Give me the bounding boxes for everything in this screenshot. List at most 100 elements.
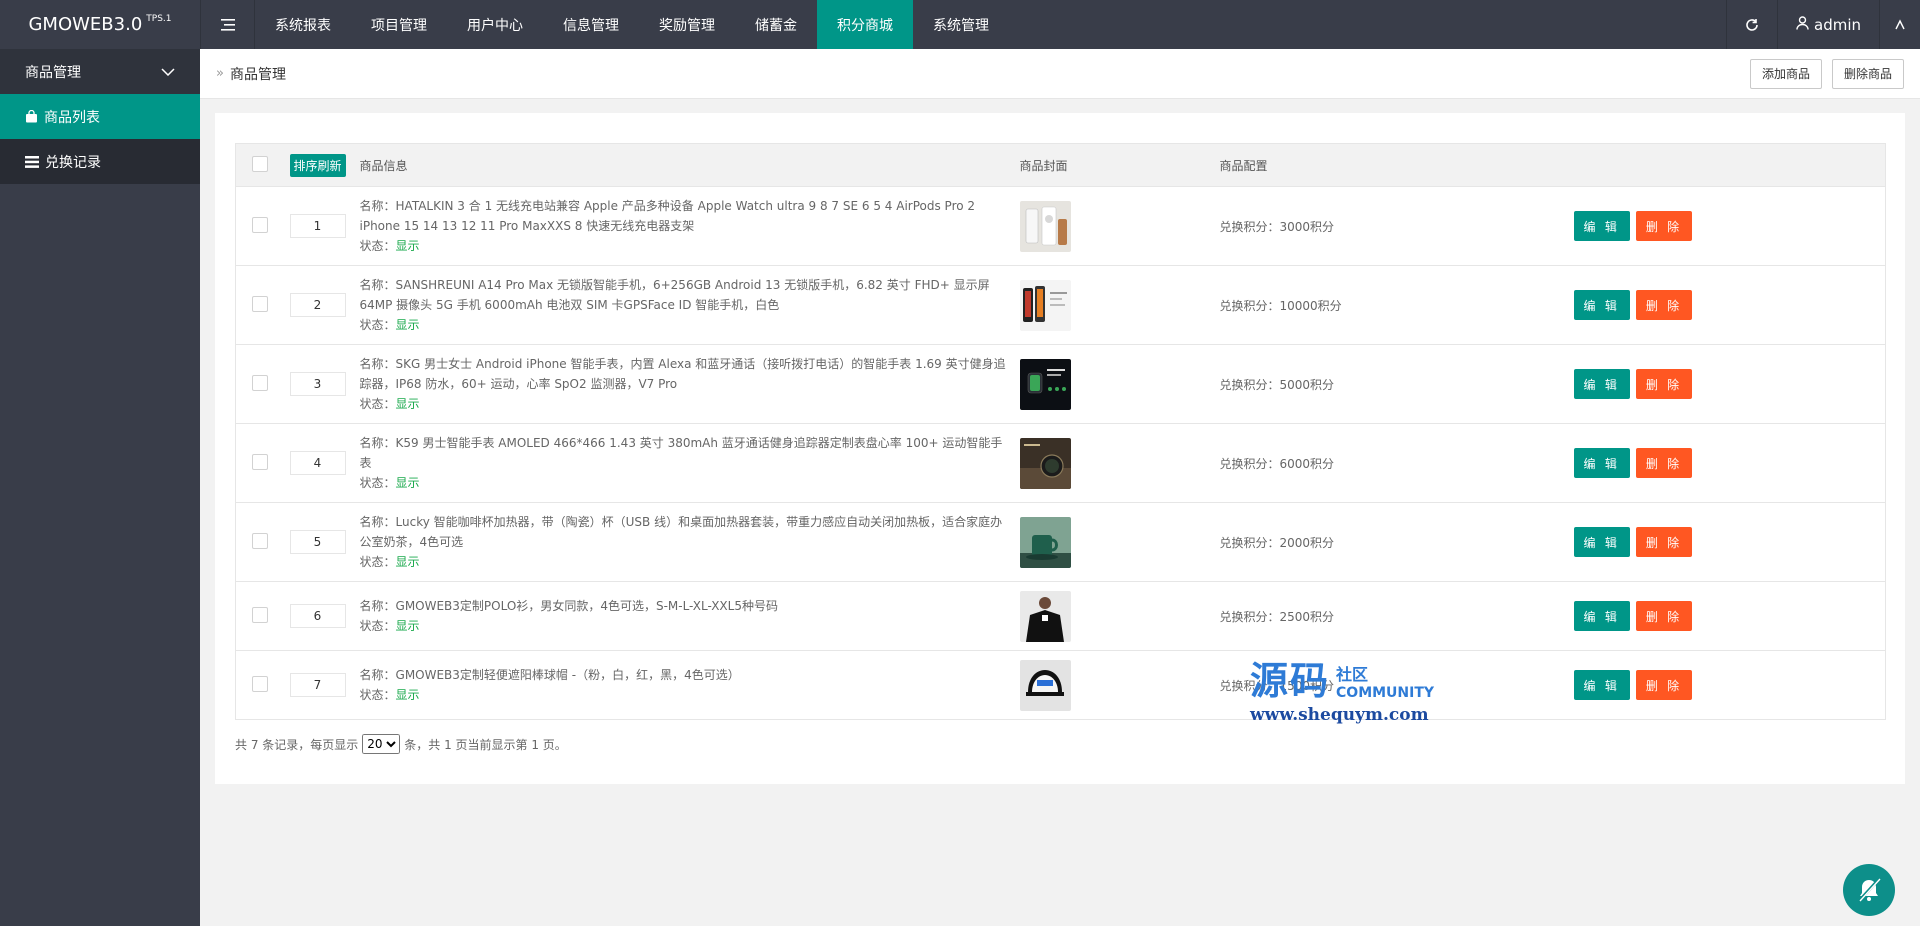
product-name: GMOWEB3定制轻便遮阳棒球帽 -（粉，白，红，黑，4色可选） xyxy=(395,668,740,682)
product-name: SKG 男士女士 Android iPhone 智能手表，内置 Alexa 和蓝… xyxy=(359,357,1006,391)
edit-button[interactable]: 编 辑 xyxy=(1573,448,1630,478)
sort-order-input[interactable] xyxy=(289,372,346,396)
edit-button[interactable]: 编 辑 xyxy=(1573,369,1630,399)
edit-button[interactable]: 编 辑 xyxy=(1573,290,1630,320)
product-config: 兑换积分：2000积分 xyxy=(1213,502,1564,582)
product-cover-image xyxy=(1019,659,1071,711)
status-value: 显示 xyxy=(395,688,420,702)
delete-button[interactable]: 删 除 xyxy=(1635,527,1693,557)
status-prefix: 状态： xyxy=(359,318,396,332)
table-row: 名称：GMOWEB3定制轻便遮阳棒球帽 -（粉，白，红，黑，4色可选） 状态：显… xyxy=(235,650,1886,720)
menu-toggle-icon[interactable] xyxy=(200,0,255,49)
nav-item-points-mall[interactable]: 积分商城 xyxy=(817,0,913,49)
status-prefix: 状态： xyxy=(359,239,396,253)
row-checkbox[interactable] xyxy=(251,374,268,391)
sort-order-input[interactable] xyxy=(289,530,346,554)
top-nav: 系统报表 项目管理 用户中心 信息管理 奖励管理 储蓄金 积分商城 系统管理 xyxy=(255,0,1009,49)
double-chevron-icon: » xyxy=(216,66,224,81)
nav-item-users[interactable]: 用户中心 xyxy=(447,0,543,49)
status-prefix: 状态： xyxy=(359,397,396,411)
nav-item-info[interactable]: 信息管理 xyxy=(543,0,639,49)
nav-item-system[interactable]: 系统管理 xyxy=(913,0,1009,49)
product-config: 兑换积分：2500积分 xyxy=(1213,581,1564,651)
row-checkbox[interactable] xyxy=(251,453,268,470)
table-row: 名称：SKG 男士女士 Android iPhone 智能手表，内置 Alexa… xyxy=(235,344,1886,424)
main-card: 排序刷新 商品信息 商品封面 商品配置 名称：HATALKIN 3 合 1 无线… xyxy=(215,113,1905,784)
collapse-chevron-icon[interactable] xyxy=(1879,0,1920,49)
product-cover-image xyxy=(1019,200,1071,252)
row-checkbox[interactable] xyxy=(251,606,268,623)
edit-button[interactable]: 编 辑 xyxy=(1573,670,1630,700)
product-cover-image xyxy=(1019,516,1071,568)
bag-icon xyxy=(25,110,38,123)
name-prefix: 名称： xyxy=(359,668,396,682)
product-config: 兑换积分：6000积分 xyxy=(1213,423,1564,503)
toolbar-actions: 添加商品 删除商品 xyxy=(1749,58,1904,89)
product-name: HATALKIN 3 合 1 无线充电站兼容 Apple 产品多种设备 Appl… xyxy=(359,199,976,233)
edit-button[interactable]: 编 辑 xyxy=(1573,601,1630,631)
delete-button[interactable]: 删 除 xyxy=(1635,448,1693,478)
chevron-down-icon xyxy=(161,64,175,80)
status-value: 显示 xyxy=(395,397,420,411)
refresh-icon[interactable] xyxy=(1726,0,1777,49)
sort-order-input[interactable] xyxy=(289,214,346,238)
nav-item-projects[interactable]: 项目管理 xyxy=(351,0,447,49)
delete-button[interactable]: 删 除 xyxy=(1635,670,1693,700)
product-name: GMOWEB3定制POLO衫，男女同款，4色可选，S-M-L-XL-XXL5种号… xyxy=(395,599,778,613)
status-value: 显示 xyxy=(395,476,420,490)
sidebar-group-label: 商品管理 xyxy=(25,64,81,81)
name-prefix: 名称： xyxy=(359,436,396,450)
sidebar-item-exchange-records[interactable]: 兑换记录 xyxy=(0,139,200,184)
brand-name: GMOWEB3.0 xyxy=(28,14,143,35)
status-prefix: 状态： xyxy=(359,476,396,490)
notification-off-icon[interactable] xyxy=(1843,864,1895,916)
sort-order-input[interactable] xyxy=(289,451,346,475)
row-checkbox[interactable] xyxy=(251,675,268,692)
product-cover-image xyxy=(1019,358,1071,410)
name-prefix: 名称： xyxy=(359,278,396,292)
select-all-checkbox[interactable] xyxy=(251,155,268,172)
page-size-select[interactable]: 20 xyxy=(362,734,401,754)
pager-suffix: 条，共 1 页当前显示第 1 页。 xyxy=(404,737,567,752)
row-checkbox[interactable] xyxy=(251,295,268,312)
status-prefix: 状态： xyxy=(359,688,396,702)
product-name: SANSHREUNI A14 Pro Max 无锁版智能手机，6+256GB A… xyxy=(359,278,990,312)
user-name: admin xyxy=(1814,15,1861,34)
edit-button[interactable]: 编 辑 xyxy=(1573,527,1630,557)
edit-button[interactable]: 编 辑 xyxy=(1573,211,1630,241)
row-checkbox[interactable] xyxy=(251,216,268,233)
name-prefix: 名称： xyxy=(359,199,396,213)
breadcrumb-current: 商品管理 xyxy=(229,66,286,83)
sort-order-input[interactable] xyxy=(289,293,346,317)
delete-button[interactable]: 删 除 xyxy=(1635,601,1693,631)
sidebar-item-label: 兑换记录 xyxy=(45,154,101,171)
product-cover-image xyxy=(1019,279,1071,331)
name-prefix: 名称： xyxy=(359,515,396,529)
nav-item-rewards[interactable]: 奖励管理 xyxy=(639,0,735,49)
delete-product-button[interactable]: 删除商品 xyxy=(1831,58,1904,89)
sort-order-input[interactable] xyxy=(289,673,346,697)
product-cover-image xyxy=(1019,590,1071,642)
brand-version: TPS.1 xyxy=(146,13,172,24)
delete-button[interactable]: 删 除 xyxy=(1635,211,1693,241)
sort-order-input[interactable] xyxy=(289,604,346,628)
nav-item-savings[interactable]: 储蓄金 xyxy=(735,0,817,49)
pager-prefix: 共 7 条记录，每页显示 xyxy=(235,737,359,752)
add-product-button[interactable]: 添加商品 xyxy=(1749,58,1822,89)
delete-button[interactable]: 删 除 xyxy=(1635,290,1693,320)
sidebar-group-product[interactable]: 商品管理 xyxy=(0,49,200,94)
status-prefix: 状态： xyxy=(359,619,396,633)
breadcrumb-bar: » 商品管理 添加商品 删除商品 xyxy=(200,49,1920,99)
product-config: 兑换积分：1500积分 xyxy=(1213,650,1564,720)
row-checkbox[interactable] xyxy=(251,532,268,549)
header-config: 商品配置 xyxy=(1213,143,1564,187)
table-row: 名称：SANSHREUNI A14 Pro Max 无锁版智能手机，6+256G… xyxy=(235,265,1886,345)
pagination: 共 7 条记录，每页显示 20 条，共 1 页当前显示第 1 页。 xyxy=(235,734,1885,754)
sidebar-item-product-list[interactable]: 商品列表 xyxy=(0,94,200,139)
sort-refresh-button[interactable]: 排序刷新 xyxy=(289,153,346,177)
product-config: 兑换积分：5000积分 xyxy=(1213,344,1564,424)
header-cover: 商品封面 xyxy=(1013,143,1214,187)
user-menu[interactable]: admin xyxy=(1777,0,1879,49)
nav-item-reports[interactable]: 系统报表 xyxy=(255,0,351,49)
delete-button[interactable]: 删 除 xyxy=(1635,369,1693,399)
